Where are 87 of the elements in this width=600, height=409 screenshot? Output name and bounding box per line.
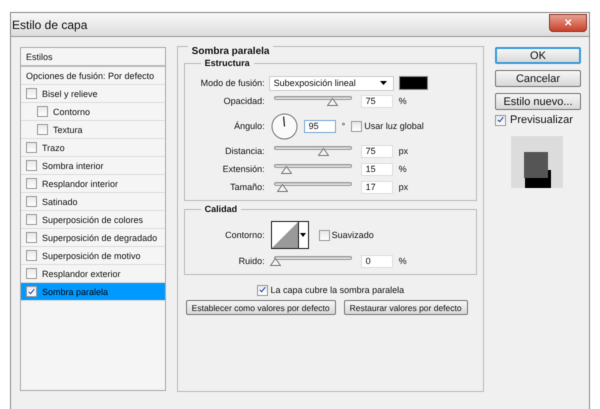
unit-label: % — [398, 164, 407, 174]
checkbox[interactable] — [26, 196, 37, 207]
field-label: Tamaño: — [229, 182, 266, 192]
style-item[interactable]: Bisel y relieve — [21, 85, 165, 103]
value-field[interactable]: 75 — [360, 144, 393, 158]
preview-thumbnail — [511, 136, 563, 188]
default-button[interactable]: Restaurar valores por defecto — [344, 300, 468, 315]
slider-handle[interactable] — [277, 184, 288, 192]
value-field[interactable]: 15 — [360, 162, 393, 176]
unit-label: px — [398, 146, 408, 156]
field-label: Modo de fusión: — [200, 78, 266, 88]
style-item[interactable]: Resplandor interior — [21, 175, 165, 193]
window-title: Estilo de capa — [12, 18, 88, 32]
checkbox-label: Previsualizar — [510, 114, 573, 126]
field-label: Extensión: — [222, 164, 266, 174]
slider-handle[interactable] — [326, 98, 338, 106]
field-label: Distancia: — [224, 146, 266, 156]
style-label: Trazo — [42, 142, 65, 152]
style-item[interactable]: Sombra paralela — [21, 283, 165, 301]
style-label: Sombra interior — [42, 160, 104, 170]
style-item[interactable]: Trazo — [21, 139, 165, 157]
slider-handle[interactable] — [270, 258, 281, 266]
contour-curve-icon — [272, 222, 298, 248]
unit-label: % — [398, 96, 407, 106]
style-label: Textura — [53, 124, 83, 134]
checkbox[interactable] — [351, 120, 362, 132]
style-label: Bisel y relieve — [42, 88, 98, 98]
style-item[interactable]: Superposición de colores — [21, 211, 165, 229]
slider-handle[interactable] — [281, 166, 292, 174]
angle-field[interactable]: 95 — [304, 120, 336, 132]
style-label: Sombra paralela — [42, 286, 108, 296]
checkbox-label: Suavizado — [332, 230, 374, 240]
checkbox[interactable] — [495, 114, 506, 126]
style-label: Superposición de motivo — [42, 250, 141, 260]
style-item[interactable]: Textura — [21, 121, 165, 139]
group-title: Estructura — [200, 58, 254, 68]
style-item[interactable]: Superposición de motivo — [21, 247, 165, 265]
field-label: Ángulo: — [233, 121, 266, 131]
style-label: Superposición de colores — [42, 214, 144, 224]
color-swatch[interactable] — [398, 76, 428, 90]
style-item[interactable]: Superposición de degradado — [21, 229, 165, 247]
checkbox[interactable] — [256, 284, 268, 296]
field-label: Opacidad: — [222, 96, 266, 106]
slider-handle[interactable] — [318, 148, 329, 156]
unit-label: px — [398, 182, 408, 192]
style-item[interactable]: Contorno — [21, 103, 165, 121]
styles-header[interactable]: Estilos — [21, 48, 165, 67]
style-label: Resplandor interior — [42, 178, 118, 188]
checkbox[interactable] — [26, 214, 37, 225]
field-label: Contorno: — [224, 230, 266, 240]
style-label: Contorno — [53, 106, 90, 116]
field-label: Ruido: — [238, 256, 266, 266]
group-title: Calidad — [200, 204, 242, 214]
angle-dial[interactable] — [270, 112, 298, 140]
checkbox[interactable] — [26, 232, 37, 243]
dialog-button[interactable]: Estilo nuevo... — [495, 93, 581, 110]
style-item[interactable]: Sombra interior — [21, 157, 165, 175]
checkbox[interactable] — [26, 88, 37, 99]
checkbox[interactable] — [37, 106, 48, 117]
caret-icon — [298, 222, 308, 248]
value-field[interactable]: 17 — [360, 180, 393, 194]
style-label: Resplandor exterior — [42, 268, 121, 278]
blend-options-item[interactable]: Opciones de fusión: Por defecto — [21, 67, 165, 85]
blend-mode-dropdown[interactable]: Subexposición lineal — [268, 76, 394, 90]
checkbox[interactable] — [318, 230, 330, 240]
checkbox-label: La capa cubre la sombra paralela — [270, 285, 404, 295]
dialog-button[interactable]: OK — [495, 47, 581, 64]
style-label: Superposición de degradado — [42, 232, 158, 242]
checkbox[interactable] — [26, 142, 37, 153]
checkbox[interactable] — [26, 286, 37, 297]
style-label: Satinado — [42, 196, 78, 206]
caret-icon — [380, 81, 387, 85]
degree-label: ° — [342, 121, 346, 131]
checkbox[interactable] — [37, 124, 48, 135]
default-button[interactable]: Establecer como valores por defecto — [186, 300, 336, 315]
dialog-button[interactable]: Cancelar — [495, 70, 581, 87]
value-field[interactable]: 0 — [360, 254, 393, 268]
checkbox[interactable] — [26, 268, 37, 279]
contour-picker[interactable] — [270, 221, 309, 249]
style-item[interactable]: Satinado — [21, 193, 165, 211]
section-title: Sombra paralela — [188, 46, 274, 57]
unit-label: % — [398, 256, 407, 266]
value-field[interactable]: 75 — [360, 94, 393, 108]
checkbox-label: Usar luz global — [364, 121, 424, 131]
checkbox[interactable] — [26, 160, 37, 171]
checkbox[interactable] — [26, 250, 37, 261]
checkbox[interactable] — [26, 178, 37, 189]
